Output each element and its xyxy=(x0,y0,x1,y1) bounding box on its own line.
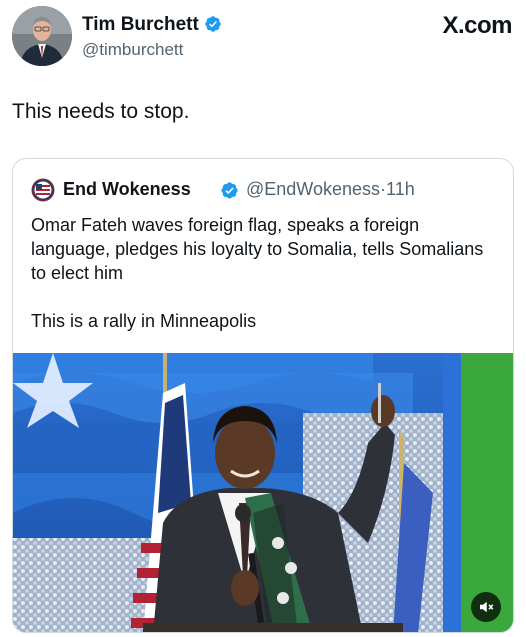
video-media[interactable] xyxy=(13,353,513,632)
quoted-post-body: Omar Fateh waves foreign flag, speaks a … xyxy=(31,213,501,333)
verified-badge-icon xyxy=(205,16,221,32)
quoted-author-handle[interactable]: @EndWokeness xyxy=(246,179,380,199)
site-label: X.com xyxy=(442,12,512,39)
author-name-row[interactable]: Tim Burchett xyxy=(82,14,222,36)
post-header: Tim Burchett @timburchett X.com xyxy=(12,6,514,68)
video-frame xyxy=(13,353,513,632)
quoted-post-card[interactable]: End Wokeness @EndWokeness·11h Omar Fateh… xyxy=(12,158,514,633)
quoted-post-meta: @EndWokeness·11h xyxy=(246,179,415,200)
quoted-post-time[interactable]: 11h xyxy=(386,179,415,199)
post-text: This needs to stop. xyxy=(12,100,190,123)
quoted-post-paragraph: This is a rally in Minneapolis xyxy=(31,311,257,331)
mute-button[interactable] xyxy=(471,592,501,622)
author-avatar[interactable] xyxy=(12,6,72,66)
quoted-post-paragraph: Omar Fateh waves foreign flag, speaks a … xyxy=(31,215,484,283)
quoted-author-name[interactable]: End Wokeness xyxy=(63,179,191,200)
quoted-author-avatar[interactable] xyxy=(31,178,55,202)
verified-badge-icon xyxy=(221,182,238,199)
author-name[interactable]: Tim Burchett xyxy=(82,14,199,35)
speaker-muted-icon xyxy=(480,601,494,613)
author-handle[interactable]: @timburchett xyxy=(82,40,183,60)
